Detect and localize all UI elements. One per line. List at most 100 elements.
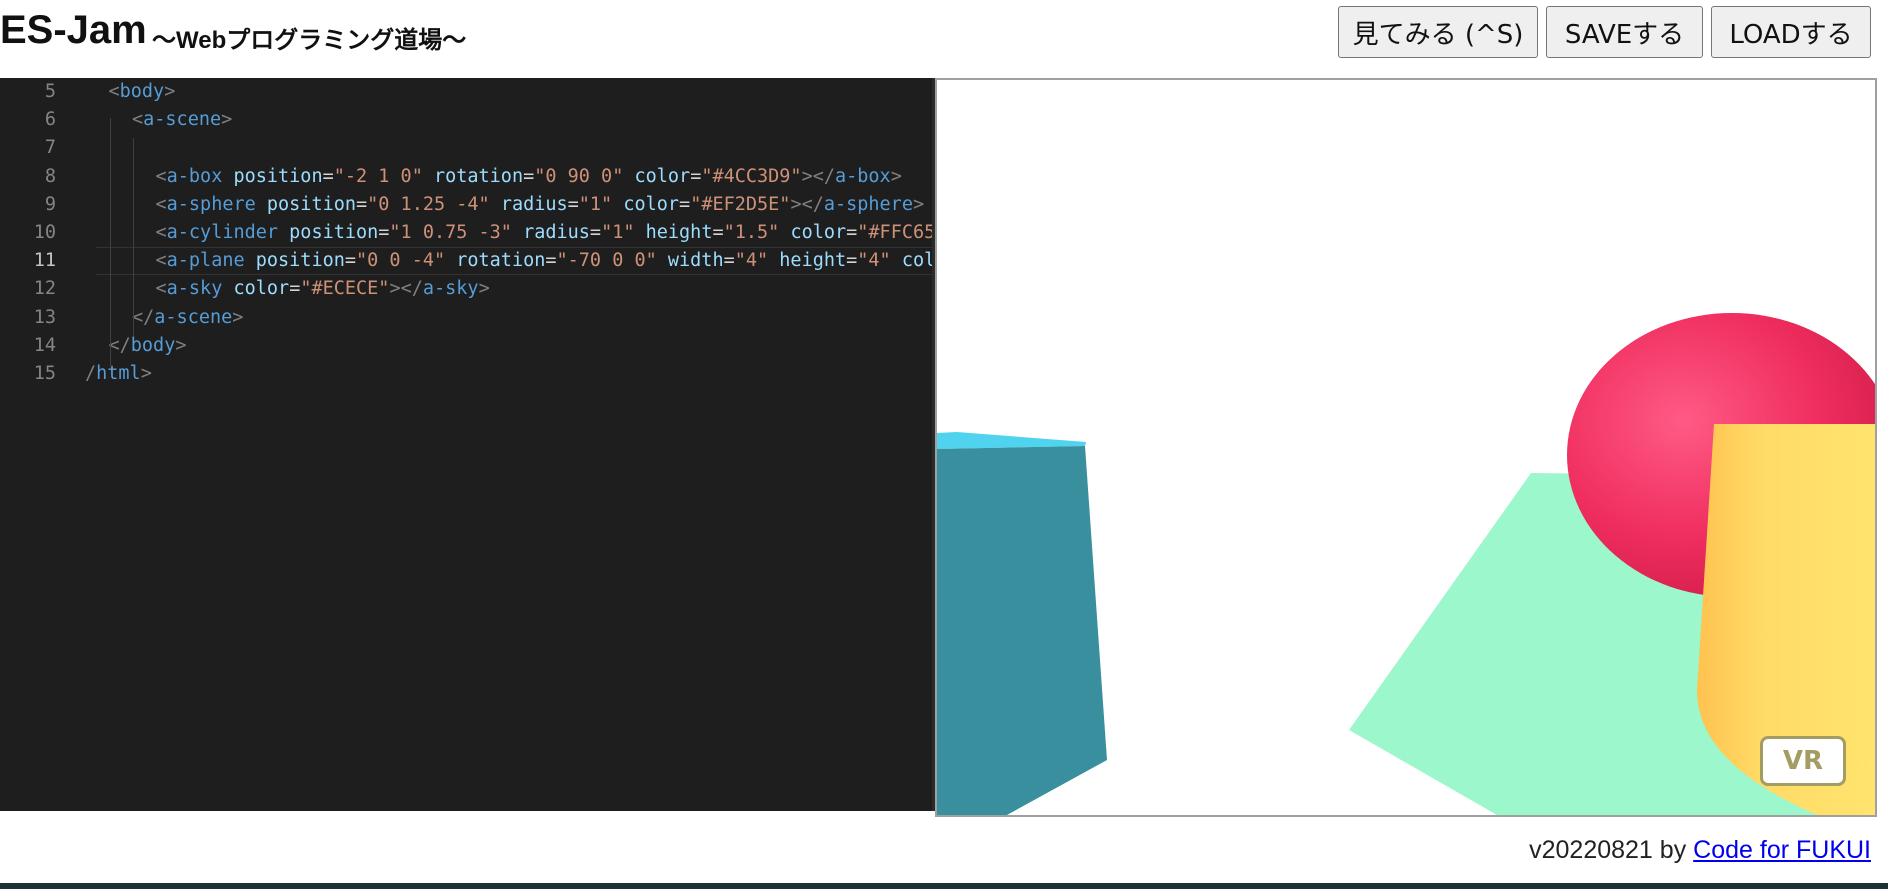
code-token: / [85, 363, 97, 384]
code-token: = [344, 250, 356, 272]
view-button[interactable]: 見てみる (^S) [1338, 6, 1538, 58]
code-text: <a-scene> [132, 106, 232, 134]
code-token: > [221, 109, 233, 131]
line-number: 9 [44, 193, 56, 215]
code-editor[interactable]: 15/html> 14 </body> 13 </a-scene> 12 <a-sky co… [0, 78, 935, 811]
code-token: a-box [835, 165, 891, 187]
code-line[interactable]: 11 <a-plane position="0 0 -4" rotation="-… [0, 247, 936, 276]
code-token: position [233, 165, 323, 187]
code-token: a-plane [166, 250, 245, 272]
code-for-fukui-link[interactable]: Code for FUKUI [1693, 836, 1871, 864]
code-token: = [356, 193, 368, 215]
code-token: "1.5" [723, 222, 780, 243]
code-token: "-2 1 0" [333, 165, 423, 187]
code-token: position [289, 222, 379, 243]
code-text: /html> [85, 360, 152, 388]
code-text: <a-sphere position="0 1.25 -4" radius="1… [156, 191, 925, 219]
code-line[interactable]: 15/html> [0, 360, 935, 388]
preview-pane[interactable]: VR [935, 78, 1877, 817]
code-token: < [155, 250, 167, 272]
line-number: 15 [33, 363, 56, 384]
code-token: "1 0.75 -3" [389, 222, 512, 243]
code-token: < [108, 81, 120, 102]
code-line[interactable]: 6 <a-scene> [0, 106, 935, 134]
line-number: 8 [44, 165, 56, 187]
footer-credit: v20220821 by Code for FUKUI [1529, 836, 1871, 865]
code-line[interactable]: 10 <a-cylinder position="1 0.75 -3" radiu… [0, 219, 935, 247]
code-token: "4" [857, 250, 891, 272]
code-text: <a-cylinder position="1 0.75 -3" radius=… [156, 219, 936, 247]
code-text: <a-sky color="#ECECE"></a-sky> [156, 275, 490, 303]
code-token: > [140, 363, 152, 384]
code-token: = [712, 222, 724, 243]
code-line[interactable]: 9 <a-sphere position="0 1.25 -4" radius="… [0, 191, 935, 219]
save-button[interactable]: SAVEする [1546, 6, 1703, 58]
code-token: > [890, 165, 902, 187]
code-token: html [96, 363, 141, 384]
line-number: 7 [44, 137, 56, 159]
code-token: > [478, 278, 490, 300]
code-token: = [289, 278, 301, 300]
code-token: body [119, 81, 165, 102]
code-token: = [378, 222, 390, 243]
code-line[interactable]: 8 <a-box position="-2 1 0" rotation="0 90… [0, 163, 935, 191]
line-number: 10 [33, 222, 56, 243]
code-token: < [155, 165, 167, 187]
code-token: = [723, 250, 735, 272]
code-token: "4" [734, 250, 769, 272]
code-line[interactable]: 13 </a-scene> [0, 304, 935, 332]
code-token: color [634, 165, 691, 187]
code-token: rotation [433, 165, 524, 187]
vr-mode-button[interactable]: VR [1760, 736, 1846, 786]
code-token: </ [132, 306, 155, 328]
code-token: ></ [389, 278, 423, 300]
code-token: > [164, 81, 176, 102]
app-subtitle: 〜Webプログラミング道場〜 [152, 27, 467, 54]
code-token: height [645, 222, 713, 243]
code-line[interactable]: 14 </body> [0, 332, 935, 360]
code-token: radius [523, 222, 590, 243]
code-token: = [846, 222, 858, 243]
code-token: height [779, 250, 847, 272]
code-token: position [255, 250, 345, 272]
code-token: a-sky [166, 278, 223, 300]
code-token: "#EF2D5E" [690, 193, 791, 215]
load-button[interactable]: LOADする [1711, 6, 1871, 58]
code-token: a-scene [154, 306, 233, 328]
code-line[interactable]: 5 <body> [0, 78, 935, 106]
code-token: "1" [578, 193, 613, 215]
code-token: > [232, 306, 244, 328]
code-line[interactable]: 12 <a-sky color="#ECECE"></a-sky> [0, 275, 935, 303]
code-token: "0 0 -4" [356, 250, 446, 272]
app-title: ES-Jam [0, 8, 147, 52]
code-token: > [912, 193, 925, 215]
code-token: "#FFC65D" [857, 222, 935, 243]
code-token: a-box [166, 165, 223, 187]
code-token: </ [108, 334, 131, 356]
code-token: "0 1.25 -4" [367, 193, 490, 215]
code-token: radius [500, 193, 568, 215]
code-line[interactable]: 7 [0, 134, 935, 162]
code-token: a-sphere [823, 193, 913, 215]
code-text: <a-plane position="0 0 -4" rotation="-70… [156, 247, 936, 275]
code-token: body [130, 334, 176, 356]
code-token: "1" [601, 222, 635, 243]
line-number: 13 [33, 306, 56, 328]
app-header: ES-Jam 〜Webプログラミング道場〜 見てみる (^S) SAVEする L… [0, 0, 1888, 78]
code-token: color [790, 222, 847, 243]
vr-scene-canvas[interactable] [937, 80, 1875, 815]
code-token: "-70 0 0" [556, 250, 657, 272]
code-token: "0 90 0" [534, 165, 624, 187]
code-text: </body> [109, 332, 187, 360]
code-token: color [901, 250, 935, 272]
